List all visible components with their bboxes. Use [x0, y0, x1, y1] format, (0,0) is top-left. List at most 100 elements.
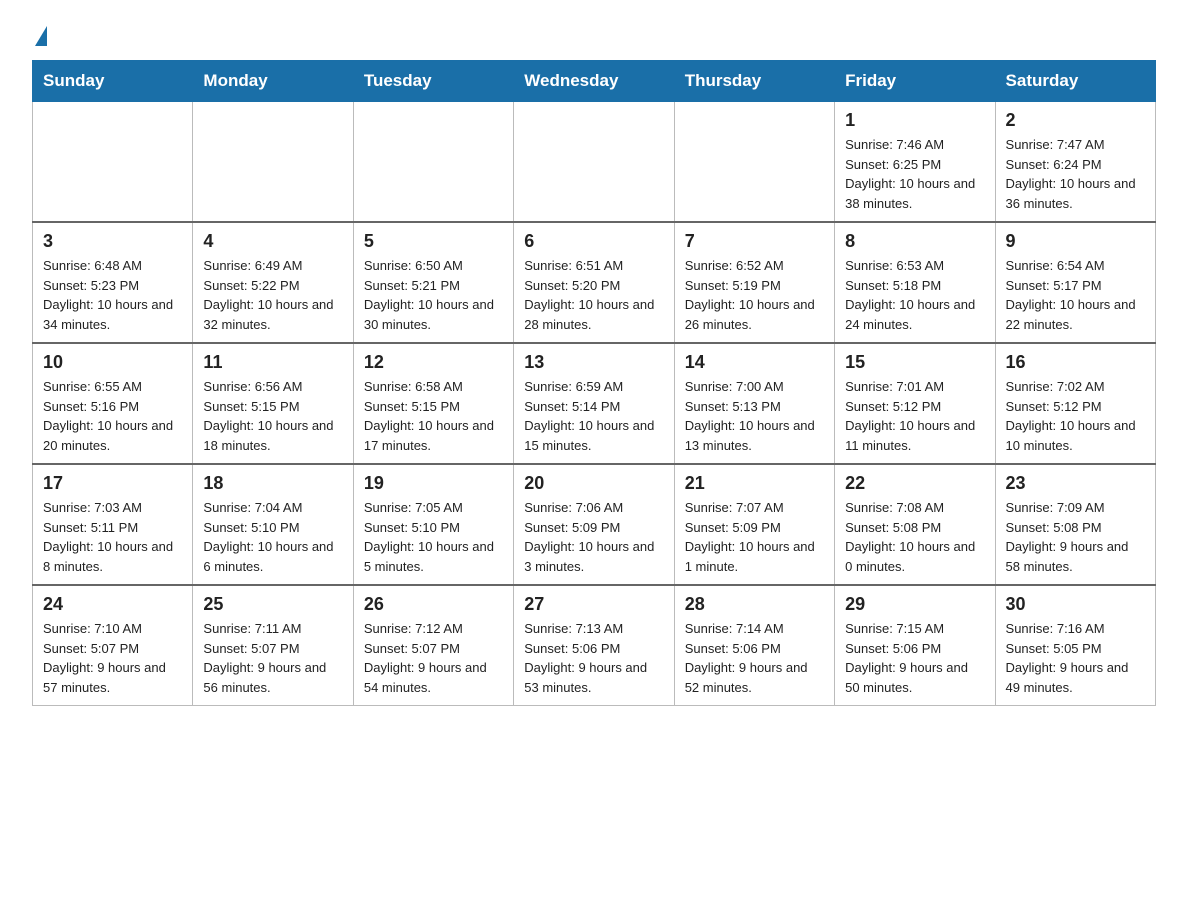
calendar-day-cell: 7 Sunrise: 6:52 AM Sunset: 5:19 PM Daylig… — [674, 222, 834, 343]
day-info: Sunrise: 7:04 AM Sunset: 5:10 PM Dayligh… — [203, 498, 342, 576]
calendar-day-cell: 17 Sunrise: 7:03 AM Sunset: 5:11 PM Dayli… — [33, 464, 193, 585]
day-info: Sunrise: 7:47 AM Sunset: 6:24 PM Dayligh… — [1006, 135, 1145, 213]
calendar-day-cell: 1Sunrise: 7:46 AM Sunset: 6:25 PM Daylig… — [835, 102, 995, 223]
day-number: 4 — [203, 231, 342, 252]
calendar-day-cell: 28 Sunrise: 7:14 AM Sunset: 5:06 PM Dayli… — [674, 585, 834, 706]
day-number: 25 — [203, 594, 342, 615]
day-info: Sunrise: 6:59 AM Sunset: 5:14 PM Dayligh… — [524, 377, 663, 455]
calendar-day-cell — [193, 102, 353, 223]
calendar-day-cell: 27Sunrise: 7:13 AM Sunset: 5:06 PM Dayli… — [514, 585, 674, 706]
calendar-week-row: 3Sunrise: 6:48 AM Sunset: 5:23 PM Daylig… — [33, 222, 1156, 343]
calendar-day-header: Wednesday — [514, 61, 674, 102]
day-info: Sunrise: 7:05 AM Sunset: 5:10 PM Dayligh… — [364, 498, 503, 576]
day-number: 29 — [845, 594, 984, 615]
day-number: 8 — [845, 231, 984, 252]
calendar-day-header: Friday — [835, 61, 995, 102]
calendar-week-row: 24 Sunrise: 7:10 AM Sunset: 5:07 PM Dayli… — [33, 585, 1156, 706]
day-number: 26 — [364, 594, 503, 615]
day-info: Sunrise: 7:02 AM Sunset: 5:12 PM Dayligh… — [1006, 377, 1145, 455]
day-info: Sunrise: 6:53 AM Sunset: 5:18 PM Dayligh… — [845, 256, 984, 334]
logo — [32, 24, 49, 42]
calendar-day-cell: 23Sunrise: 7:09 AM Sunset: 5:08 PM Dayli… — [995, 464, 1155, 585]
day-info: Sunrise: 6:52 AM Sunset: 5:19 PM Dayligh… — [685, 256, 824, 334]
calendar-day-cell: 15 Sunrise: 7:01 AM Sunset: 5:12 PM Dayli… — [835, 343, 995, 464]
calendar-day-cell: 2 Sunrise: 7:47 AM Sunset: 6:24 PM Daylig… — [995, 102, 1155, 223]
day-number: 6 — [524, 231, 663, 252]
calendar-day-cell: 26 Sunrise: 7:12 AM Sunset: 5:07 PM Dayli… — [353, 585, 513, 706]
day-info: Sunrise: 7:14 AM Sunset: 5:06 PM Dayligh… — [685, 619, 824, 697]
day-number: 27 — [524, 594, 663, 615]
calendar-day-cell — [33, 102, 193, 223]
day-info: Sunrise: 7:11 AM Sunset: 5:07 PM Dayligh… — [203, 619, 342, 697]
day-number: 17 — [43, 473, 182, 494]
day-info: Sunrise: 7:10 AM Sunset: 5:07 PM Dayligh… — [43, 619, 182, 697]
calendar-day-cell: 5 Sunrise: 6:50 AM Sunset: 5:21 PM Daylig… — [353, 222, 513, 343]
page-header — [32, 24, 1156, 42]
calendar-day-cell: 22 Sunrise: 7:08 AM Sunset: 5:08 PM Dayli… — [835, 464, 995, 585]
calendar-day-cell: 11 Sunrise: 6:56 AM Sunset: 5:15 PM Dayli… — [193, 343, 353, 464]
calendar-day-cell: 16 Sunrise: 7:02 AM Sunset: 5:12 PM Dayli… — [995, 343, 1155, 464]
calendar-day-cell: 6 Sunrise: 6:51 AM Sunset: 5:20 PM Daylig… — [514, 222, 674, 343]
day-number: 7 — [685, 231, 824, 252]
day-number: 19 — [364, 473, 503, 494]
calendar-day-header: Thursday — [674, 61, 834, 102]
day-info: Sunrise: 7:00 AM Sunset: 5:13 PM Dayligh… — [685, 377, 824, 455]
calendar-day-cell: 25 Sunrise: 7:11 AM Sunset: 5:07 PM Dayli… — [193, 585, 353, 706]
day-number: 16 — [1006, 352, 1145, 373]
day-info: Sunrise: 6:56 AM Sunset: 5:15 PM Dayligh… — [203, 377, 342, 455]
calendar-week-row: 1Sunrise: 7:46 AM Sunset: 6:25 PM Daylig… — [33, 102, 1156, 223]
day-info: Sunrise: 6:48 AM Sunset: 5:23 PM Dayligh… — [43, 256, 182, 334]
calendar-table: SundayMondayTuesdayWednesdayThursdayFrid… — [32, 60, 1156, 706]
calendar-day-cell — [674, 102, 834, 223]
day-number: 22 — [845, 473, 984, 494]
calendar-day-cell: 8 Sunrise: 6:53 AM Sunset: 5:18 PM Daylig… — [835, 222, 995, 343]
day-number: 28 — [685, 594, 824, 615]
day-info: Sunrise: 7:08 AM Sunset: 5:08 PM Dayligh… — [845, 498, 984, 576]
day-info: Sunrise: 6:51 AM Sunset: 5:20 PM Dayligh… — [524, 256, 663, 334]
calendar-day-header: Monday — [193, 61, 353, 102]
calendar-day-header: Tuesday — [353, 61, 513, 102]
day-number: 12 — [364, 352, 503, 373]
calendar-day-cell: 24 Sunrise: 7:10 AM Sunset: 5:07 PM Dayli… — [33, 585, 193, 706]
logo-triangle-icon — [35, 26, 47, 46]
day-info: Sunrise: 7:46 AM Sunset: 6:25 PM Dayligh… — [845, 135, 984, 213]
calendar-day-cell: 30 Sunrise: 7:16 AM Sunset: 5:05 PM Dayli… — [995, 585, 1155, 706]
calendar-day-cell: 12 Sunrise: 6:58 AM Sunset: 5:15 PM Dayli… — [353, 343, 513, 464]
day-info: Sunrise: 7:16 AM Sunset: 5:05 PM Dayligh… — [1006, 619, 1145, 697]
day-info: Sunrise: 7:06 AM Sunset: 5:09 PM Dayligh… — [524, 498, 663, 576]
day-info: Sunrise: 6:55 AM Sunset: 5:16 PM Dayligh… — [43, 377, 182, 455]
day-number: 2 — [1006, 110, 1145, 131]
day-number: 9 — [1006, 231, 1145, 252]
day-info: Sunrise: 6:54 AM Sunset: 5:17 PM Dayligh… — [1006, 256, 1145, 334]
day-info: Sunrise: 7:15 AM Sunset: 5:06 PM Dayligh… — [845, 619, 984, 697]
day-number: 30 — [1006, 594, 1145, 615]
calendar-header-row: SundayMondayTuesdayWednesdayThursdayFrid… — [33, 61, 1156, 102]
calendar-day-cell: 9 Sunrise: 6:54 AM Sunset: 5:17 PM Daylig… — [995, 222, 1155, 343]
calendar-day-header: Sunday — [33, 61, 193, 102]
day-number: 20 — [524, 473, 663, 494]
calendar-day-cell: 20 Sunrise: 7:06 AM Sunset: 5:09 PM Dayli… — [514, 464, 674, 585]
calendar-day-cell: 14 Sunrise: 7:00 AM Sunset: 5:13 PM Dayli… — [674, 343, 834, 464]
calendar-day-cell: 21 Sunrise: 7:07 AM Sunset: 5:09 PM Dayli… — [674, 464, 834, 585]
day-number: 21 — [685, 473, 824, 494]
day-info: Sunrise: 7:12 AM Sunset: 5:07 PM Dayligh… — [364, 619, 503, 697]
calendar-day-cell: 29 Sunrise: 7:15 AM Sunset: 5:06 PM Dayli… — [835, 585, 995, 706]
calendar-day-cell: 3Sunrise: 6:48 AM Sunset: 5:23 PM Daylig… — [33, 222, 193, 343]
day-number: 14 — [685, 352, 824, 373]
calendar-day-cell: 19 Sunrise: 7:05 AM Sunset: 5:10 PM Dayli… — [353, 464, 513, 585]
day-info: Sunrise: 7:07 AM Sunset: 5:09 PM Dayligh… — [685, 498, 824, 576]
day-number: 24 — [43, 594, 182, 615]
calendar-day-cell — [514, 102, 674, 223]
calendar-week-row: 17 Sunrise: 7:03 AM Sunset: 5:11 PM Dayli… — [33, 464, 1156, 585]
day-number: 5 — [364, 231, 503, 252]
day-info: Sunrise: 6:50 AM Sunset: 5:21 PM Dayligh… — [364, 256, 503, 334]
day-number: 11 — [203, 352, 342, 373]
day-info: Sunrise: 6:58 AM Sunset: 5:15 PM Dayligh… — [364, 377, 503, 455]
day-number: 23 — [1006, 473, 1145, 494]
day-info: Sunrise: 7:03 AM Sunset: 5:11 PM Dayligh… — [43, 498, 182, 576]
calendar-week-row: 10Sunrise: 6:55 AM Sunset: 5:16 PM Dayli… — [33, 343, 1156, 464]
day-info: Sunrise: 7:01 AM Sunset: 5:12 PM Dayligh… — [845, 377, 984, 455]
calendar-day-cell: 4Sunrise: 6:49 AM Sunset: 5:22 PM Daylig… — [193, 222, 353, 343]
day-number: 15 — [845, 352, 984, 373]
calendar-day-header: Saturday — [995, 61, 1155, 102]
